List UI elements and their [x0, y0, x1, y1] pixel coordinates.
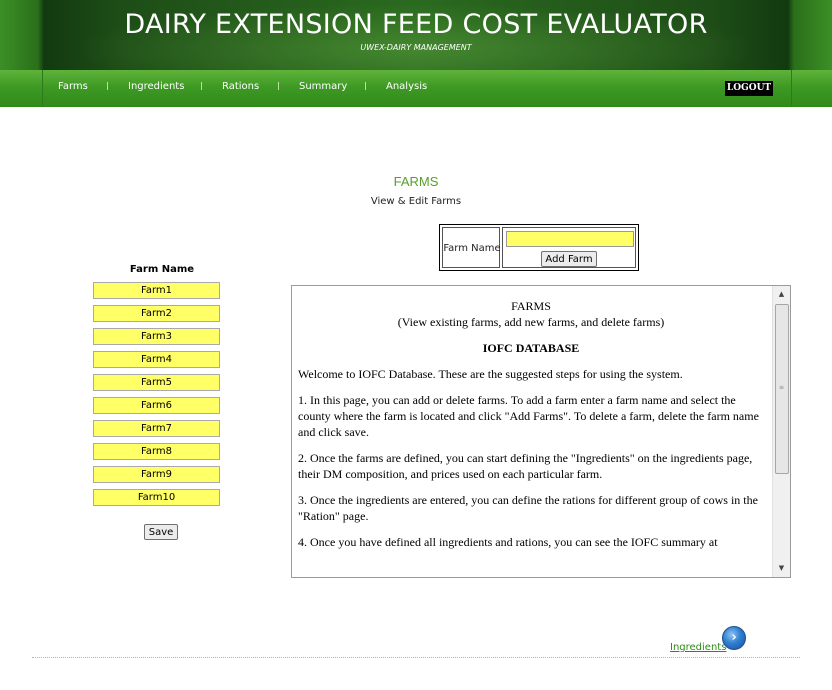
instructions-paragraph: 3. Once the ingredients are entered, you…: [298, 493, 758, 523]
scroll-down-arrow-icon[interactable]: ▼: [773, 560, 790, 577]
arrow-right-icon[interactable]: ›: [722, 626, 746, 650]
farm-name-field[interactable]: [93, 305, 220, 322]
farm-name-field[interactable]: [93, 374, 220, 391]
farm-list-header: Farm Name: [129, 264, 195, 275]
nav-separator: [107, 82, 108, 90]
nav-inner: Farms Ingredients Rations Summary Analys…: [42, 70, 792, 107]
nav-item-rations[interactable]: Rations: [222, 81, 259, 92]
save-button[interactable]: Save: [144, 524, 178, 540]
scroll-up-arrow-icon[interactable]: ▲: [773, 286, 790, 303]
farm-name-field[interactable]: [93, 351, 220, 368]
footer-divider: [32, 657, 800, 658]
nav-item-summary[interactable]: Summary: [299, 81, 347, 92]
farm-name-input-cell: Add Farm: [502, 227, 636, 268]
instructions-paragraph: 1. In this page, you can add or delete f…: [298, 393, 759, 439]
logout-button[interactable]: LOGOUT: [725, 81, 773, 96]
vertical-scrollbar[interactable]: ▲ ≡ ▼: [772, 286, 790, 577]
page-title: FARMS: [393, 174, 439, 189]
farm-name-field[interactable]: [93, 282, 220, 299]
app-title: DAIRY EXTENSION FEED COST EVALUATOR: [124, 9, 708, 40]
database-title: IOFC DATABASE: [482, 341, 580, 355]
instructions-paragraph: 4. Once you have defined all ingredients…: [298, 535, 718, 549]
farm-name-field[interactable]: [93, 328, 220, 345]
app-subtitle: UWEX-DAIRY MANAGEMENT: [360, 43, 472, 52]
scroll-grip-icon: ≡: [779, 384, 785, 391]
nav-separator: [201, 82, 202, 90]
nav-separator: [365, 82, 366, 90]
instructions-paragraph: Welcome to IOFC Database. These are the …: [298, 367, 683, 381]
page-subtitle: View & Edit Farms: [370, 196, 462, 207]
farm-name-label: Farm Name: [443, 243, 501, 254]
farm-name-field[interactable]: [93, 489, 220, 506]
farm-name-field[interactable]: [93, 466, 220, 483]
instructions-paragraph: 2. Once the farms are defined, you can s…: [298, 451, 753, 481]
next-page-link[interactable]: Ingredients: [670, 642, 726, 653]
instructions-content: FARMS (View existing farms, add new farm…: [298, 298, 764, 560]
instructions-heading: FARMS: [511, 299, 551, 313]
instructions-panel[interactable]: FARMS (View existing farms, add new farm…: [291, 285, 791, 578]
nav-item-ingredients[interactable]: Ingredients: [128, 81, 184, 92]
new-farm-name-input[interactable]: [506, 231, 634, 247]
nav-item-farms[interactable]: Farms: [58, 81, 88, 92]
nav-separator: [278, 82, 279, 90]
header-banner: DAIRY EXTENSION FEED COST EVALUATOR UWEX…: [0, 0, 832, 70]
scroll-thumb[interactable]: ≡: [775, 304, 789, 474]
farm-name-field[interactable]: [93, 420, 220, 437]
instructions-subheading: (View existing farms, add new farms, and…: [397, 315, 665, 329]
nav-bar: Farms Ingredients Rations Summary Analys…: [0, 70, 832, 107]
nav-item-analysis[interactable]: Analysis: [386, 81, 427, 92]
add-farm-button[interactable]: Add Farm: [541, 251, 597, 267]
farm-name-label-cell: Farm Name: [442, 227, 501, 268]
add-farm-form: Farm Name Add Farm: [439, 224, 639, 271]
farm-name-field[interactable]: [93, 443, 220, 460]
farm-name-field[interactable]: [93, 397, 220, 414]
